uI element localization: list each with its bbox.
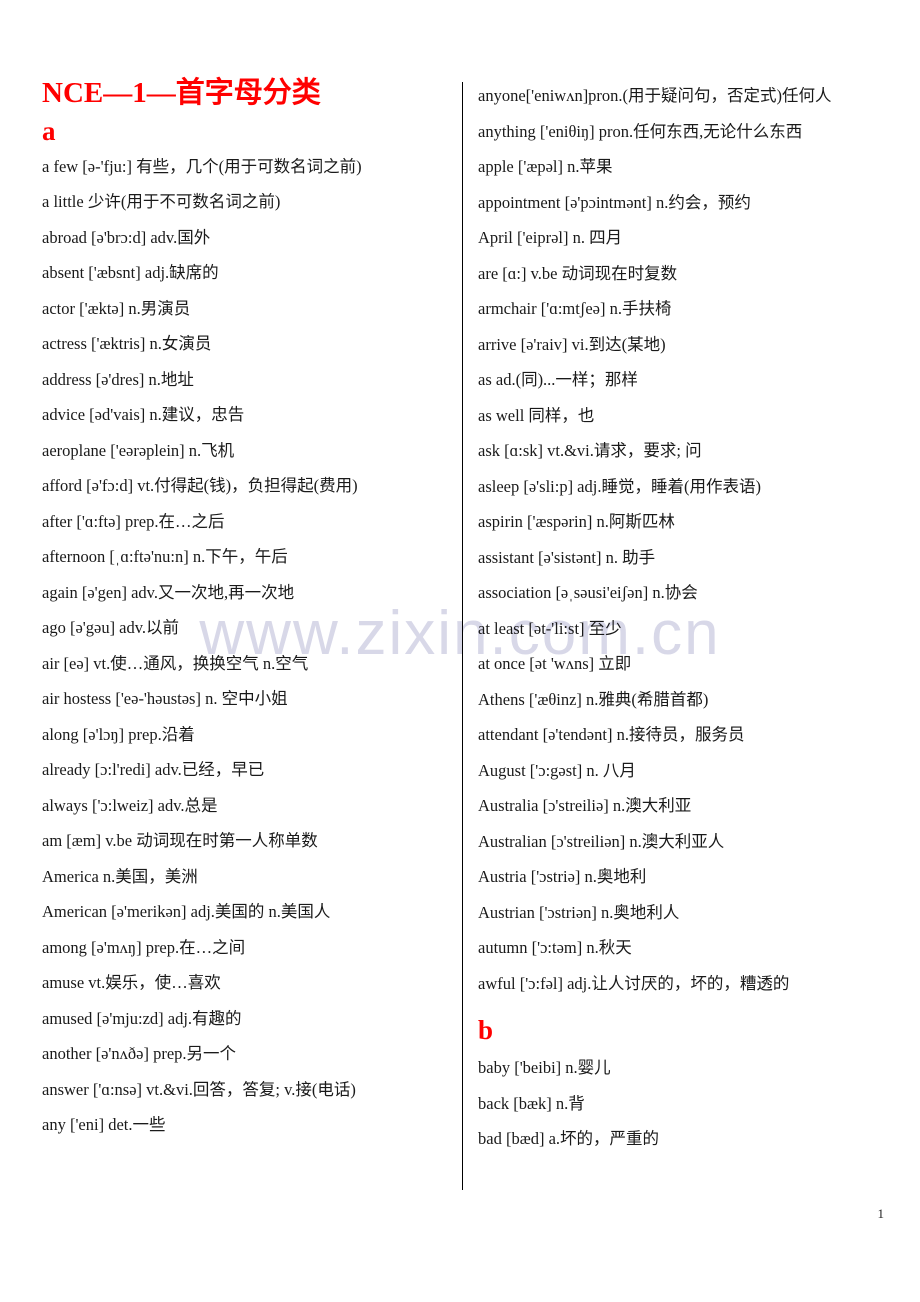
dictionary-entry: Austrian ['ɔstriən] n.奥地利人 [478,902,680,922]
dictionary-entry: appointment [ə'pɔintmənt] n.约会，预约 [478,192,751,212]
dictionary-entry: a few [ə-'fju:] 有些，几个(用于可数名词之前) [42,156,362,176]
dictionary-entry: afford [ə'fɔ:d] vt.付得起(钱)，负担得起(费用) [42,476,358,496]
page-number: 1 [877,1206,885,1221]
dictionary-entry: autumn ['ɔ:təm] n.秋天 [478,938,632,957]
dictionary-entry: am [æm] v.be 动词现在时第一人称单数 [42,831,318,851]
dictionary-entry: aspirin ['æspərin] n.阿斯匹林 [478,512,675,531]
dictionary-entry: America n.美国，美洲 [42,866,198,886]
dictionary-entry: baby ['beibi] n.婴儿 [478,1058,611,1078]
dictionary-entry: back [bæk] n.背 [478,1093,585,1113]
dictionary-entry: April ['eiprəl] n. 四月 [478,228,623,247]
dictionary-entry: amuse vt.娱乐，使…喜欢 [42,973,221,993]
dictionary-entry: absent ['æbsnt] adj.缺席的 [42,263,219,283]
dictionary-entry: a little 少许(用于不可数名词之前) [42,192,281,212]
dictionary-entry: along [ə'lɔŋ] prep.沿着 [42,724,195,744]
dictionary-entry: any ['eni] det.一些 [42,1115,166,1135]
dictionary-entry: among [ə'mʌŋ] prep.在…之间 [42,937,246,957]
dictionary-entry: abroad [ə'brɔ:d] adv.国外 [42,227,211,247]
dictionary-entry: actress ['æktris] n.女演员 [42,334,212,354]
dictionary-entry: ago [ə'gəu] adv.以前 [42,618,180,638]
dictionary-entry: always ['ɔ:lweiz] adv.总是 [42,795,218,815]
document-page: NCE—1—首字母分类 a a few [ə-'fju:] 有些，几个(用于可数… [0,0,920,1302]
page-title: NCE—1—首字母分类 [42,77,321,109]
dictionary-entry: Austria ['ɔstriə] n.奥地利 [478,867,647,886]
dictionary-entry: American [ə'merikən] adj.美国的 n.美国人 [42,902,331,922]
dictionary-entry: Athens ['æθinz] n.雅典(希腊首都) [478,689,709,709]
dictionary-entry: air hostess ['eə-'həustəs] n. 空中小姐 [42,689,288,709]
dictionary-entry: amused [ə'mju:zd] adj.有趣的 [42,1008,242,1028]
right-entry-list-a: anyone['eniwʌn]pron.(用于疑问句，否定式)任何人 anythi… [478,78,890,1001]
letter-section-heading-b: b [478,1015,494,1045]
dictionary-entry: armchair ['ɑ:mtʃeə] n.手扶椅 [478,299,672,318]
dictionary-entry: August ['ɔ:gəst] n. 八月 [478,760,636,780]
dictionary-entry: assistant [ə'sistənt] n. 助手 [478,547,656,567]
dictionary-entry: as well 同样，也 [478,405,595,425]
dictionary-entry: afternoon [ˌɑ:ftə'nu:n] n.下午，午后 [42,547,288,567]
column-divider [462,82,463,1190]
dictionary-entry: after ['ɑ:ftə] prep.在…之后 [42,511,225,531]
dictionary-entry: anyone['eniwʌn]pron.(用于疑问句，否定式)任何人 [478,86,832,105]
dictionary-entry: attendant [ə'tendənt] n.接待员，服务员 [478,725,745,744]
dictionary-entry: arrive [ə'raiv] vi.到达(某地) [478,334,666,354]
right-column: anyone['eniwʌn]pron.(用于疑问句，否定式)任何人 anythi… [478,78,890,1157]
dictionary-entry: answer ['ɑ:nsə] vt.&vi.回答，答复; v.接(电话) [42,1079,356,1099]
dictionary-entry: address [ə'dres] n.地址 [42,369,194,389]
dictionary-entry: again [ə'gen] adv.又一次地,再一次地 [42,582,295,602]
dictionary-entry: awful ['ɔ:fəl] adj.让人讨厌的，坏的，糟透的 [478,973,790,993]
dictionary-entry: air [eə] vt.使…通风，换换空气 n.空气 [42,653,309,673]
dictionary-entry: association [əˌsəusi'eiʃən] n.协会 [478,583,698,602]
dictionary-entry: actor ['æktə] n.男演员 [42,298,191,318]
left-entry-list: a few [ə-'fju:] 有些，几个(用于可数名词之前) a little … [42,149,454,1143]
dictionary-entry: Australia [ɔ'streiliə] n.澳大利亚 [478,796,692,815]
dictionary-entry: Australian [ɔ'streiliən] n.澳大利亚人 [478,831,725,851]
dictionary-entry: are [ɑ:] v.be 动词现在时复数 [478,263,678,283]
right-entry-list-b: baby ['beibi] n.婴儿 back [bæk] n.背 bad [bæd… [478,1050,890,1157]
dictionary-entry: bad [bæd] a.坏的，严重的 [478,1129,660,1149]
dictionary-entry: advice [əd'vais] n.建议，忠告 [42,405,245,425]
dictionary-entry: another [ə'nʌðə] prep.另一个 [42,1044,237,1064]
dictionary-entry: ask [ɑ:sk] vt.&vi.请求，要求; 问 [478,441,702,460]
dictionary-entry: at once [ət 'wʌns] 立即 [478,654,632,673]
letter-section-heading-a: a [42,115,56,146]
dictionary-entry: anything ['eniθiŋ] pron.任何东西,无论什么东西 [478,121,803,141]
dictionary-entry: as ad.(同)...一样；那样 [478,370,638,389]
dictionary-entry: already [ɔ:l'redi] adv.已经，早已 [42,760,265,780]
left-column: NCE—1—首字母分类 a a few [ə-'fju:] 有些，几个(用于可数… [42,77,454,1143]
dictionary-entry: apple ['æpəl] n.苹果 [478,157,613,176]
dictionary-entry: aeroplane ['eərəplein] n.飞机 [42,440,235,460]
dictionary-entry: asleep [ə'sli:p] adj.睡觉，睡着(用作表语) [478,476,761,496]
dictionary-entry: at least [ət-'li:st] 至少 [478,618,622,638]
